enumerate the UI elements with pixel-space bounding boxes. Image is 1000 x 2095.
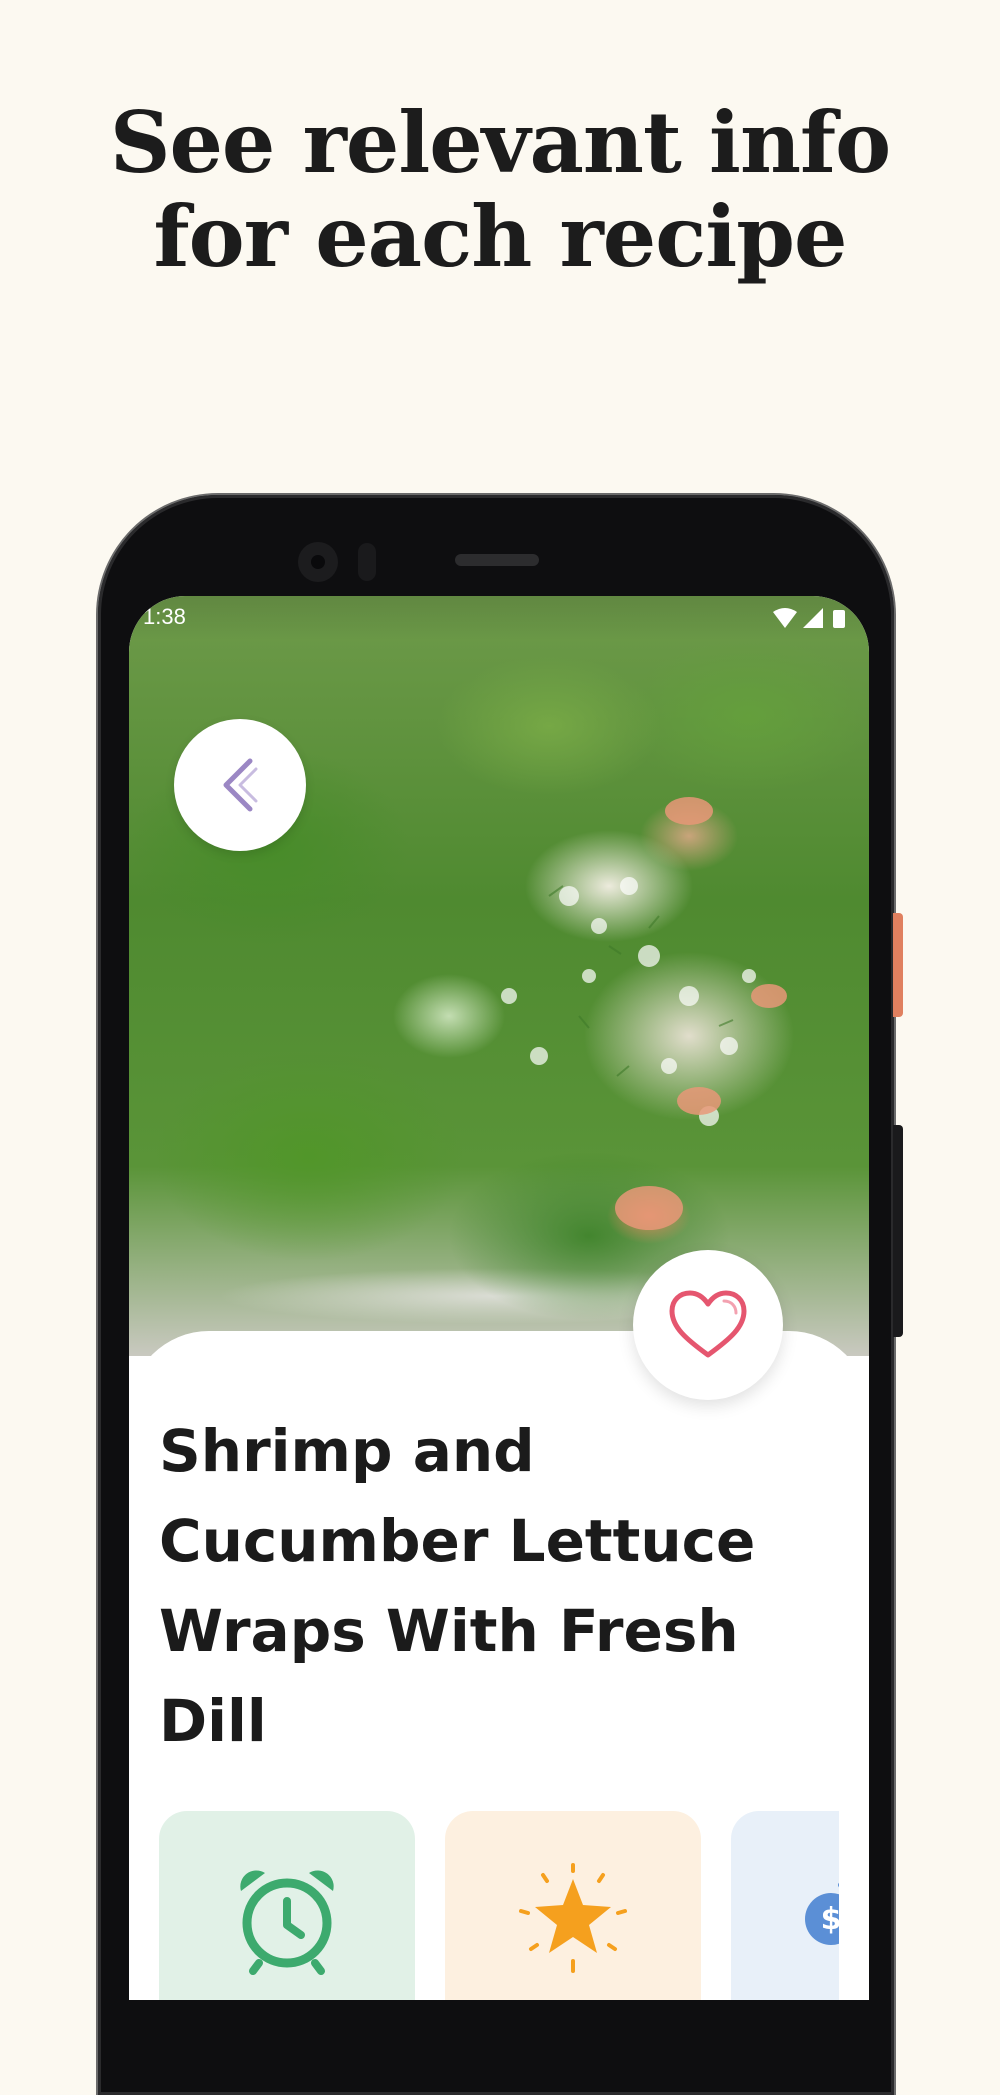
wifi-icon: [773, 608, 797, 628]
headline-line-2: for each recipe: [153, 187, 848, 286]
dollar-coin-icon: $: [805, 1882, 839, 1945]
star-icon: [519, 1863, 627, 1973]
status-icons: [773, 608, 845, 628]
recipe-photo-texture: [501, 797, 787, 1230]
status-time: 1:38: [143, 604, 186, 629]
heart-icon: [669, 1290, 747, 1358]
battery-icon: [833, 610, 845, 628]
phone-power-button: [893, 1125, 903, 1337]
alarm-clock-icon: [240, 1870, 334, 1975]
front-camera: [298, 542, 338, 582]
phone-sensor: [358, 543, 376, 581]
recipe-title: Shrimp and Cucumber Lettuce Wraps With F…: [159, 1417, 756, 1755]
cost-tile[interactable]: $: [731, 1811, 839, 2000]
status-bar: 1:38: [129, 596, 869, 640]
back-button[interactable]: [174, 719, 306, 851]
prep-time-tile[interactable]: [159, 1811, 415, 2000]
favorite-button[interactable]: [633, 1250, 783, 1400]
difficulty-tile[interactable]: [445, 1811, 701, 2000]
promo-headline: See relevant info for each recipe: [0, 96, 1000, 284]
svg-text:$: $: [821, 1902, 839, 1937]
chevron-left-icon: [223, 758, 258, 812]
headline-line-1: See relevant info: [109, 93, 891, 192]
phone-side-button: [893, 913, 903, 1017]
recipe-photo: [129, 596, 869, 1356]
recipe-info-tiles: $: [159, 1811, 839, 2000]
app-screen: 1:38 Shrimp and Cucumber Lettuce Wraps W…: [129, 596, 869, 2000]
signal-icon: [803, 608, 823, 628]
phone-speaker: [455, 554, 539, 566]
